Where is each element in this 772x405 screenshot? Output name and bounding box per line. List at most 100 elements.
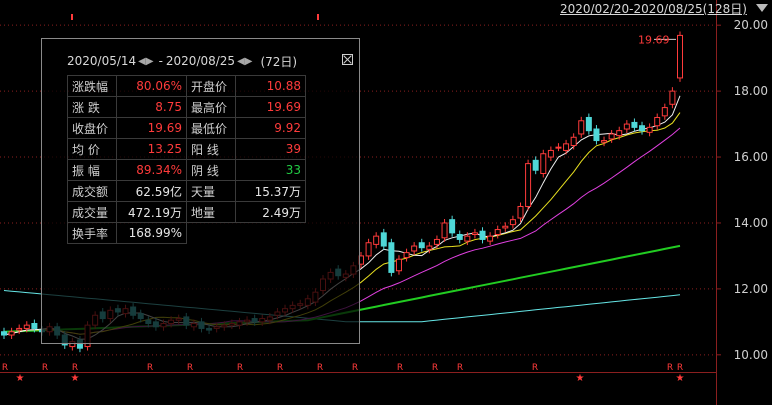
candle-body — [380, 232, 387, 247]
candle-body — [555, 146, 562, 149]
candle-body — [593, 128, 600, 142]
stat-label: 换手率 — [67, 222, 117, 244]
stat-label: 最低价 — [186, 117, 236, 139]
candle-body — [532, 159, 539, 171]
stat-label: 振 幅 — [67, 159, 117, 181]
r-marker: R — [677, 363, 683, 373]
candle-body — [639, 125, 646, 132]
close-icon[interactable] — [342, 54, 353, 65]
stat-label: 阴 线 — [186, 159, 236, 181]
candle-body — [418, 242, 425, 249]
star-marker: ★ — [71, 373, 80, 384]
candle-body — [601, 140, 608, 143]
r-marker: R — [42, 363, 48, 373]
stats-row: 振 幅 89.34% 阴 线 33 — [67, 159, 306, 181]
stat-value: 19.69 — [235, 96, 306, 118]
stats-row: 换手率 168.99% — [67, 222, 306, 244]
stat-value: 10.88 — [235, 75, 306, 97]
date-separator: - — [158, 54, 163, 68]
stats-row: 涨跌幅 80.06% 开盘价 10.88 — [67, 75, 306, 97]
stats-row: 收盘价 19.69 最低价 9.92 — [67, 117, 306, 139]
date-range-label[interactable]: 2020/02/20-2020/08/25(128日) — [560, 0, 747, 17]
candle-body — [441, 222, 448, 239]
stats-row: 均 价 13.25 阳 线 39 — [67, 138, 306, 160]
stats-panel-header: 2020/05/14 ◀▶ - 2020/08/25 ◀▶ (72日) — [67, 43, 359, 79]
stat-value: 80.06% — [116, 75, 187, 97]
stat-value: 39 — [235, 138, 306, 160]
candle-body — [456, 234, 463, 240]
stat-value: 2.49万 — [235, 201, 306, 223]
date-start-stepper-icon[interactable]: ◀▶ — [138, 56, 153, 67]
stat-label: 天量 — [186, 180, 236, 202]
r-marker: R — [72, 363, 78, 373]
r-marker: R — [277, 363, 283, 373]
date-end: 2020/08/25 — [165, 54, 236, 68]
candle-body — [669, 90, 676, 105]
stats-row: 成交额 62.59亿 天量 15.37万 — [67, 180, 306, 202]
candle-body — [563, 143, 570, 151]
date-start: 2020/05/14 — [67, 54, 137, 68]
candle-body — [16, 327, 23, 331]
candle-body — [426, 245, 433, 250]
stat-value: 15.37万 — [235, 180, 306, 202]
candle-body — [403, 252, 410, 259]
stats-table: 涨跌幅 80.06% 开盘价 10.88 涨 跌 8.75 最高价 19.69 收盘价 19.69… — [67, 75, 306, 244]
y-tick-label: 10.00 — [734, 348, 768, 362]
candle-body — [471, 232, 478, 236]
stats-row: 涨 跌 8.75 最高价 19.69 — [67, 96, 306, 118]
r-marker: R — [457, 363, 463, 373]
stat-label: 成交量 — [67, 201, 117, 223]
stat-value: 9.92 — [235, 117, 306, 139]
candle-body — [373, 235, 380, 245]
y-tick-label: 16.00 — [734, 150, 768, 164]
stat-label: 均 价 — [67, 138, 117, 160]
stat-label: 最高价 — [186, 96, 236, 118]
stat-value: 472.19万 — [116, 201, 187, 223]
candle-body — [525, 163, 532, 207]
chevron-down-icon[interactable] — [756, 4, 768, 12]
stat-label: 涨 跌 — [67, 96, 117, 118]
candle-body — [31, 323, 38, 329]
candle-body — [585, 116, 592, 132]
stat-value: 13.25 — [116, 138, 187, 160]
high-price-label: 19.69 — [638, 33, 670, 46]
r-marker: R — [397, 363, 403, 373]
candle-body — [388, 242, 395, 273]
stat-label: 地量 — [186, 201, 236, 223]
candle-body — [1, 331, 7, 336]
candle-body — [547, 149, 554, 158]
candle-body — [487, 235, 494, 242]
r-marker: R — [352, 363, 358, 373]
candle-body — [623, 123, 630, 130]
candle-body — [540, 153, 547, 175]
r-marker: R — [237, 363, 243, 373]
candle-body — [646, 126, 653, 133]
top-marker — [317, 14, 319, 20]
r-marker: R — [187, 363, 193, 373]
date-end-stepper-icon[interactable]: ◀▶ — [237, 56, 252, 67]
star-marker: ★ — [16, 373, 25, 384]
candle-body — [502, 225, 509, 229]
stat-label: 阳 线 — [186, 138, 236, 160]
stat-value: 62.59亿 — [116, 180, 187, 202]
stat-value: 33 — [235, 159, 306, 181]
r-marker: R — [532, 363, 538, 373]
stat-label: 涨跌幅 — [67, 75, 117, 97]
candle-body — [395, 258, 402, 272]
candle-body — [479, 230, 486, 240]
candle-body — [411, 245, 418, 252]
y-tick-label: 18.00 — [734, 84, 768, 98]
y-tick-label: 20.00 — [734, 18, 768, 32]
stat-value: 19.69 — [116, 117, 187, 139]
stat-label: 开盘价 — [186, 75, 236, 97]
candle-body — [654, 116, 661, 127]
candle-body — [616, 130, 623, 137]
candle-body — [517, 205, 524, 219]
stat-label: 成交额 — [67, 180, 117, 202]
candle-body — [509, 219, 516, 226]
candle-body — [570, 136, 577, 147]
candle-body — [8, 331, 15, 336]
interval-stats-panel: 2020/05/14 ◀▶ - 2020/08/25 ◀▶ (72日) 涨跌幅 8… — [41, 38, 360, 344]
stat-value: 8.75 — [116, 96, 187, 118]
y-tick-label: 12.00 — [734, 282, 768, 296]
